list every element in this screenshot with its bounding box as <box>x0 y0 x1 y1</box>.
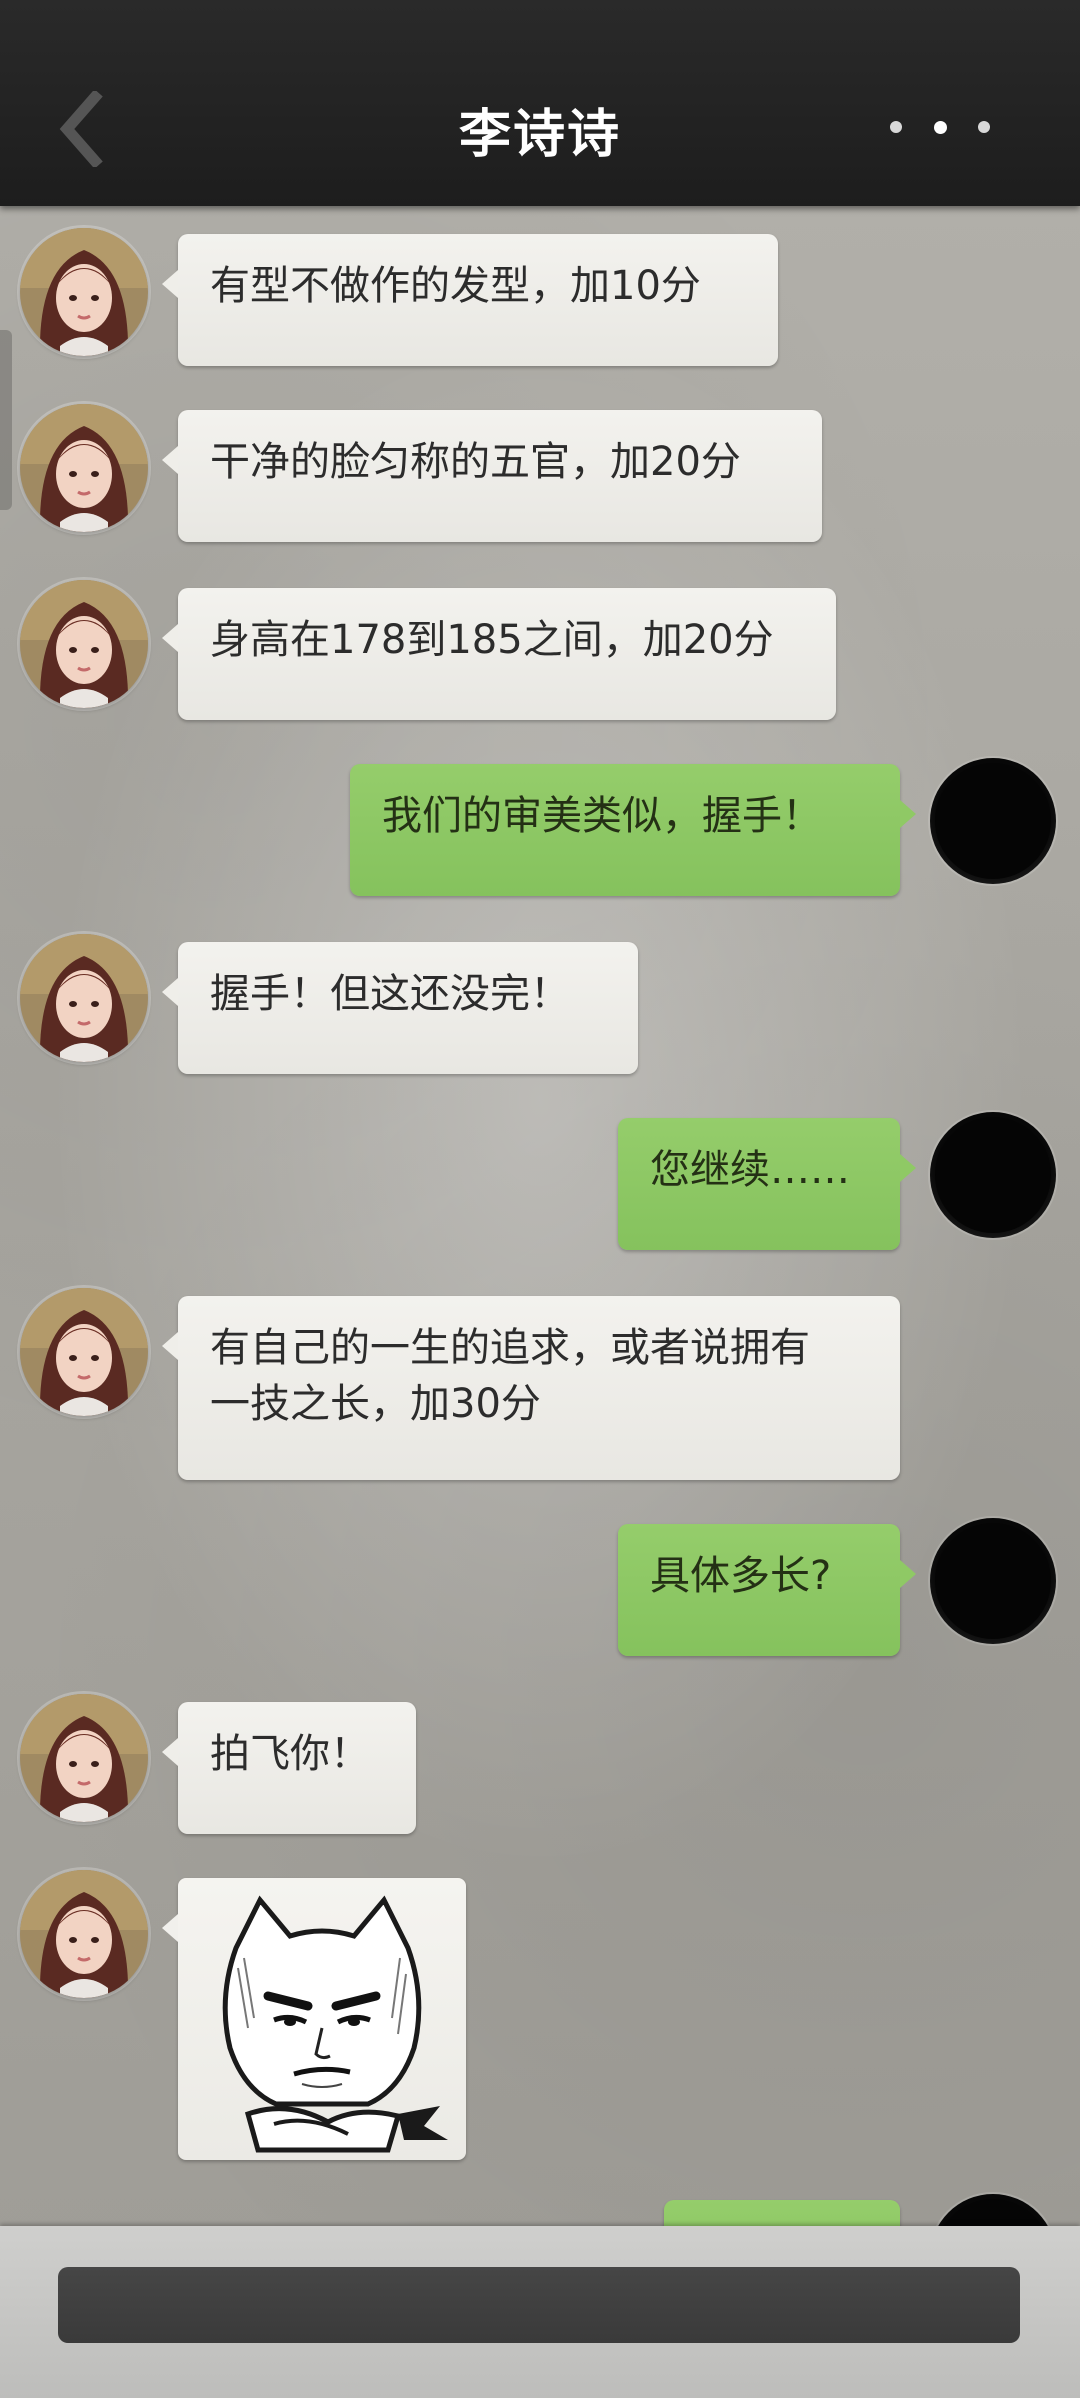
dark-avatar-icon <box>935 1523 1051 1639</box>
my-avatar[interactable] <box>930 1518 1056 1644</box>
incoming-message[interactable]: 握手！但这还没完！ <box>162 942 638 1074</box>
my-avatar[interactable] <box>930 1112 1056 1238</box>
contact-avatar[interactable] <box>20 1288 148 1416</box>
incoming-message[interactable]: 干净的脸匀称的五官，加20分 <box>162 410 822 542</box>
more-dots-icon <box>978 121 990 133</box>
female-avatar-icon <box>20 1694 148 1822</box>
incoming-message[interactable]: 身高在178到185之间，加20分 <box>162 588 836 720</box>
female-avatar-icon <box>20 1870 148 1998</box>
message-text: 握手！但这还没完！ <box>210 971 570 1017</box>
female-avatar-icon <box>20 404 148 532</box>
message-text: 有型不做作的发型，加10分 <box>210 263 701 309</box>
contact-avatar[interactable] <box>20 1694 148 1822</box>
more-dots-icon <box>933 120 947 134</box>
more-dots-icon <box>890 121 902 133</box>
dark-avatar-icon <box>935 1117 1051 1233</box>
contact-avatar[interactable] <box>20 404 148 532</box>
incoming-message[interactable]: 有型不做作的发型，加10分 <box>162 234 778 366</box>
message-text: 拍飞你！ <box>210 1731 370 1777</box>
contact-avatar[interactable] <box>20 228 148 356</box>
contact-avatar[interactable] <box>20 934 148 1062</box>
message-text: 我们的审美类似，握手！ <box>382 793 822 839</box>
outgoing-message[interactable]: 您继续…… <box>618 1118 916 1250</box>
my-avatar[interactable] <box>930 758 1056 884</box>
more-options-button[interactable] <box>890 112 990 142</box>
top-bar: 李诗诗 <box>0 0 1080 206</box>
contact-avatar[interactable] <box>20 580 148 708</box>
incoming-message[interactable]: 有自己的一生的追求，或者说拥有 一技之长，加30分 <box>162 1296 900 1480</box>
input-bar <box>0 2226 1080 2398</box>
message-text: 有自己的一生的追求，或者说拥有 一技之长，加30分 <box>210 1325 810 1427</box>
message-text: 您继续…… <box>650 1147 850 1193</box>
female-avatar-icon <box>20 934 148 1062</box>
message-text: 具体多长? <box>650 1553 832 1599</box>
outgoing-message[interactable]: 具体多长? <box>618 1524 916 1656</box>
female-avatar-icon <box>20 228 148 356</box>
incoming-message[interactable]: 拍飞你！ <box>162 1702 416 1834</box>
dark-avatar-icon <box>935 763 1051 879</box>
message-text: 干净的脸匀称的五官，加20分 <box>210 439 741 485</box>
contact-avatar[interactable] <box>20 1870 148 1998</box>
message-input[interactable] <box>58 2267 1020 2343</box>
female-avatar-icon <box>20 580 148 708</box>
message-text: 身高在178到185之间，加20分 <box>210 617 774 663</box>
sticker-message[interactable] <box>162 1878 466 2160</box>
smug-cat-meme-sticker-icon <box>222 1895 448 2153</box>
message-list[interactable]: 有型不做作的发型，加10分 干净的脸匀称的五官，加20分 身高在178到185之… <box>0 0 1080 2398</box>
female-avatar-icon <box>20 1288 148 1416</box>
outgoing-message[interactable]: 我们的审美类似，握手！ <box>350 764 916 896</box>
